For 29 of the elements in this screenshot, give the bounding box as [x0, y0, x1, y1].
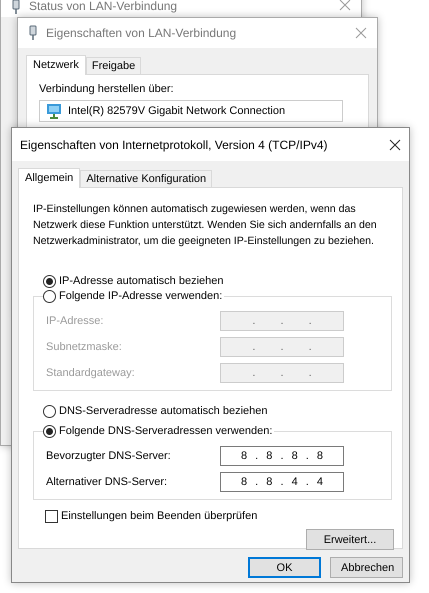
field-label: Standardgateway: — [46, 367, 136, 379]
cancel-button[interactable]: Abbrechen — [330, 557, 403, 578]
window-title: Status von LAN-Verbindung — [29, 0, 178, 13]
ip-manual-radio[interactable]: Folgende IP-Adresse verwenden: — [43, 288, 224, 304]
plug-icon — [28, 25, 38, 41]
adapter-field: Intel(R) 82579V Gigabit Network Connection — [39, 100, 343, 122]
connect-label: Verbindung herstellen über: — [39, 83, 175, 95]
field-label: IP-Adresse: — [46, 315, 104, 327]
validate-checkbox[interactable]: Einstellungen beim Beenden überprüfen — [45, 508, 392, 524]
dns-auto-radio[interactable]: DNS-Serveradresse automatisch beziehen — [43, 403, 392, 419]
tab[interactable]: Freigabe — [86, 57, 142, 74]
advanced-button[interactable]: Erweitert... — [306, 529, 394, 550]
description-text: IP-Einstellungen können automatisch zugewiesen werden, wenn das Netzwerk diese Funktion unterstützt. Wenden Sie sich andernfalls an den Netzwerkadministrator, um die geeigneten IP-Einstellungen zu beziehen. — [33, 202, 378, 249]
network-adapter-icon — [46, 103, 62, 119]
plug-icon — [11, 0, 21, 15]
field-label: Subnetzmaske: — [46, 341, 123, 353]
close-icon[interactable] — [389, 138, 401, 150]
ip-auto-radio[interactable]: IP-Adresse automatisch beziehen — [43, 273, 392, 289]
dns-manual-radio[interactable]: Folgende DNS-Serveradressen verwenden: — [43, 423, 274, 439]
tab[interactable]: Allgemein — [18, 168, 80, 188]
ip-address-field[interactable]: 8 . 8 . 8 . 8 — [220, 446, 344, 466]
tab[interactable]: Alternative Konfiguration — [80, 170, 212, 187]
field-label: Bevorzugter DNS-Server: — [46, 450, 172, 462]
ok-button[interactable]: OK — [248, 557, 321, 578]
ip-address-field[interactable]: 8 . 8 . 4 . 4 — [220, 472, 344, 492]
window-title: Eigenschaften von Internetprotokoll, Version 4 (TCP/IPv4) — [20, 138, 328, 152]
window-title: Eigenschaften von LAN-Verbindung — [46, 26, 238, 40]
field-label: Alternativer DNS-Server: — [46, 476, 168, 488]
tab[interactable]: Netzwerk — [26, 55, 86, 75]
